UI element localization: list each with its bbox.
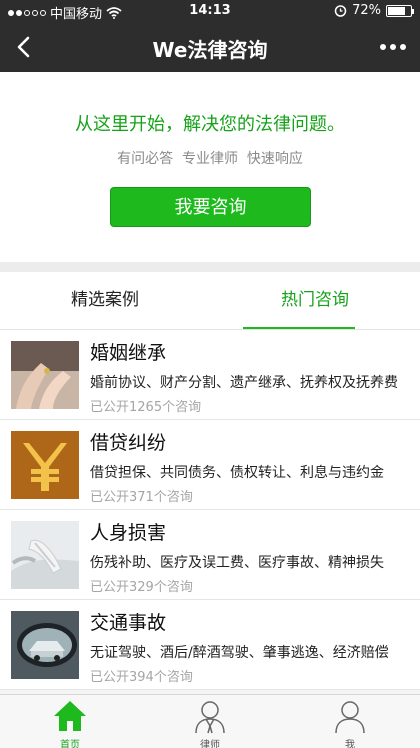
list-item[interactable]: 人身损害 伤残补助、医疗及误工费、医疗事故、精神损失 已公开329个咨询 (0, 510, 420, 600)
item-count: 已公开394个咨询 (90, 670, 193, 685)
tab-hot-consultations[interactable]: 热门咨询 (210, 272, 420, 330)
hero-section: 从这里开始，解决您的法律问题。 有问必答 专业律师 快速响应 我要咨询 (0, 72, 420, 262)
alarm-icon (334, 5, 347, 17)
item-title: 交通事故 (90, 612, 167, 634)
lawyer-icon (195, 701, 225, 734)
battery-percent: 72% (352, 3, 381, 18)
tabbar-home-label: 首页 (60, 740, 80, 748)
battery-icon (386, 4, 414, 17)
item-title: 借贷纠纷 (90, 432, 167, 454)
tabbar-home[interactable]: 首页 (0, 695, 140, 748)
item-title: 人身损害 (90, 522, 167, 544)
user-icon (335, 701, 365, 734)
status-right-group: 72% (334, 3, 414, 18)
status-bar: 中国移动 14:13 72% (0, 0, 420, 22)
home-icon (54, 701, 86, 731)
battery-fill (388, 6, 406, 15)
list-item[interactable]: 借贷纠纷 借贷担保、共同债务、债权转让、利息与违约金 已公开371个咨询 (0, 420, 420, 510)
item-count: 已公开1265个咨询 (90, 400, 202, 415)
tabbar-me-label: 我 (345, 740, 355, 748)
hands-photo-icon (11, 341, 79, 409)
tabbar-lawyer[interactable]: 律师 (140, 695, 280, 748)
hero-subline: 有问必答 专业律师 快速响应 (117, 151, 303, 167)
more-button[interactable] (378, 34, 408, 60)
consult-button[interactable]: 我要咨询 (110, 187, 311, 227)
bottom-tab-bar: 首页 律师 我 (0, 694, 420, 748)
yuan-photo-icon (11, 431, 79, 499)
item-description: 婚前协议、财产分割、遗产继承、抚养权及抚养费 (90, 375, 398, 391)
item-title: 婚姻继承 (90, 342, 167, 364)
tab-strip: 精选案例 热门咨询 (0, 272, 420, 330)
section-divider (0, 262, 420, 272)
item-count: 已公开371个咨询 (90, 490, 193, 505)
item-description: 伤残补助、医疗及误工费、医疗事故、精神损失 (90, 555, 384, 571)
page-title: We法律咨询 (152, 38, 268, 62)
more-dot-icon (400, 44, 406, 50)
item-description: 无证驾驶、酒后/醉酒驾驶、肇事逃逸、经济赔偿 (90, 645, 389, 661)
active-tab-indicator (243, 327, 355, 329)
tabbar-me[interactable]: 我 (280, 695, 420, 748)
nav-bar: We法律咨询 (0, 22, 420, 72)
tab-featured-cases[interactable]: 精选案例 (0, 272, 210, 330)
more-dot-icon (380, 44, 386, 50)
tabbar-lawyer-label: 律师 (200, 740, 220, 748)
injury-photo-icon (11, 521, 79, 589)
item-count: 已公开329个咨询 (90, 580, 193, 595)
car-mirror-photo-icon (11, 611, 79, 679)
list-item[interactable]: 婚姻继承 婚前协议、财产分割、遗产继承、抚养权及抚养费 已公开1265个咨询 (0, 330, 420, 420)
more-dot-icon (390, 44, 396, 50)
item-description: 借贷担保、共同债务、债权转让、利息与违约金 (90, 465, 384, 481)
list-item[interactable]: 交通事故 无证驾驶、酒后/醉酒驾驶、肇事逃逸、经济赔偿 已公开394个咨询 (0, 600, 420, 690)
hero-headline: 从这里开始，解决您的法律问题。 (75, 114, 345, 135)
consult-category-list: 婚姻继承 婚前协议、财产分割、遗产继承、抚养权及抚养费 已公开1265个咨询 借… (0, 330, 420, 690)
